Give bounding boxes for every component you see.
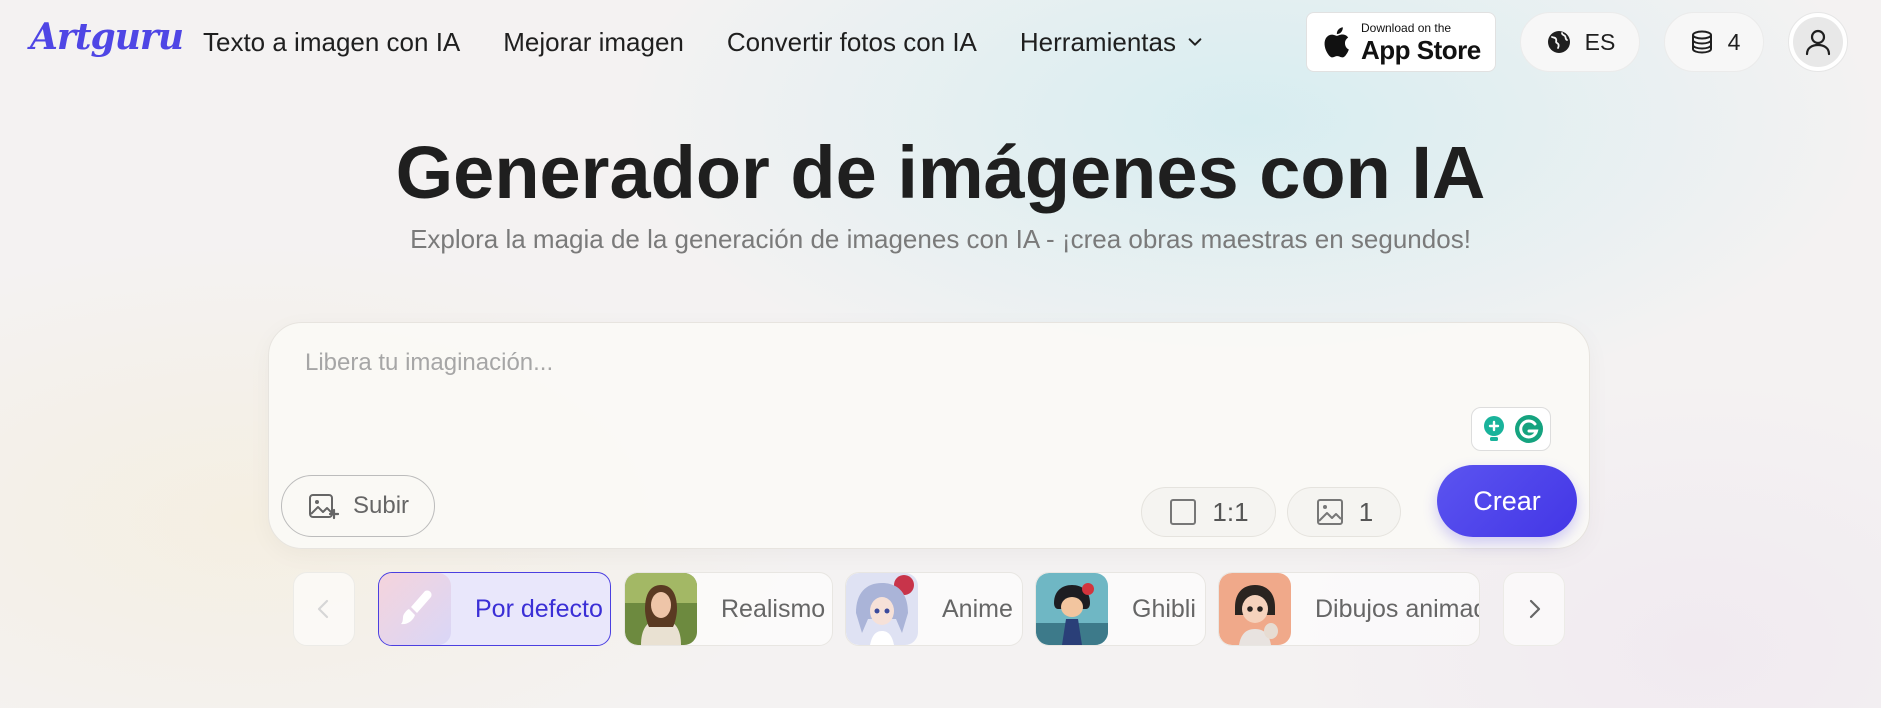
- style-chip-ghibli[interactable]: Ghibli: [1035, 572, 1206, 646]
- prompt-input[interactable]: [305, 349, 1505, 409]
- prompt-box: Subir 1:1 1 Crear: [268, 322, 1590, 549]
- page-title: Generador de imágenes con IA: [395, 131, 1486, 214]
- ghibli-character-thumbnail: [1036, 573, 1108, 645]
- aspect-ratio-selector[interactable]: 1:1: [1141, 487, 1276, 537]
- app-store-small-text: Download on the: [1361, 20, 1452, 35]
- image-count-value: 1: [1358, 496, 1374, 527]
- style-chip-realism[interactable]: Realismo: [624, 572, 833, 646]
- nav-text-to-image-label: Texto a imagen con IA: [203, 27, 461, 57]
- brush-icon: [379, 573, 451, 645]
- nav-text-to-image[interactable]: Texto a imagen con IA: [203, 26, 460, 58]
- cartoon-character-thumbnail: [1219, 573, 1291, 645]
- nav-tools-label: Herramientas: [1019, 27, 1176, 57]
- style-carousel: Por defecto Realismo Anime Ghibli Dibujo…: [0, 572, 1881, 648]
- anime-character-thumbnail: [846, 573, 918, 645]
- main-nav: Texto a imagen con IA Mejorar imagen Con…: [203, 26, 1247, 58]
- user-avatar[interactable]: [1788, 12, 1848, 72]
- style-label-default: Por defecto: [475, 594, 603, 623]
- style-chip-default[interactable]: Por defecto: [378, 572, 611, 646]
- realism-portrait-thumbnail: [625, 573, 697, 645]
- style-thumb-anime: [846, 573, 918, 645]
- style-list: Por defecto Realismo Anime Ghibli Dibujo…: [378, 572, 1480, 648]
- style-thumb-default: [379, 573, 451, 645]
- nav-enhance-image[interactable]: Mejorar imagen: [503, 26, 684, 58]
- artguru-logo[interactable]: Artguru: [30, 16, 184, 58]
- aspect-ratio-value: 1:1: [1212, 496, 1249, 527]
- chevron-right-icon: [1529, 599, 1541, 619]
- chevron-left-icon: [317, 599, 329, 619]
- image-upload-icon: [308, 494, 339, 520]
- upload-button[interactable]: Subir: [281, 475, 435, 537]
- create-button[interactable]: Crear: [1437, 465, 1577, 537]
- style-chip-cartoon[interactable]: Dibujos animados: [1218, 572, 1480, 646]
- nav-enhance-image-label: Mejorar imagen: [503, 27, 684, 57]
- style-thumb-realism: [625, 573, 697, 645]
- coins-stack-icon: [1691, 30, 1712, 54]
- image-icon: [1316, 499, 1343, 525]
- avatar-inner: [1793, 17, 1843, 67]
- style-thumb-ghibli: [1036, 573, 1108, 645]
- language-label: ES: [1584, 28, 1616, 55]
- nav-convert-photos[interactable]: Convertir fotos con IA: [727, 26, 977, 58]
- upload-label: Subir: [352, 492, 410, 519]
- nav-convert-photos-label: Convertir fotos con IA: [726, 27, 977, 57]
- user-icon: [1805, 29, 1831, 56]
- chevron-down-icon: [1188, 38, 1202, 46]
- carousel-next-button[interactable]: [1503, 572, 1565, 646]
- credits-count: 4: [1727, 28, 1741, 55]
- apple-icon: [1324, 27, 1349, 58]
- top-navigation-bar: Artguru Texto a imagen con IA Mejorar im…: [0, 0, 1881, 84]
- style-chip-anime[interactable]: Anime: [845, 572, 1023, 646]
- image-count-selector[interactable]: 1: [1287, 487, 1401, 537]
- grammarly-icon[interactable]: [1513, 413, 1545, 445]
- page-subtitle: Explora la magia de la generación de ima…: [410, 224, 1471, 254]
- carousel-prev-button[interactable]: [293, 572, 355, 646]
- app-store-badge[interactable]: Download on the App Store: [1306, 12, 1496, 72]
- lightbulb-icon[interactable]: [1478, 413, 1510, 445]
- writing-assistants: [1471, 407, 1551, 451]
- square-ratio-icon: [1170, 499, 1197, 525]
- style-label-cartoon: Dibujos animados: [1315, 594, 1479, 623]
- style-label-ghibli: Ghibli: [1132, 594, 1196, 623]
- nav-tools-dropdown[interactable]: Herramientas: [1020, 26, 1204, 58]
- style-thumb-cartoon: [1219, 573, 1291, 645]
- credits-counter[interactable]: 4: [1664, 12, 1764, 72]
- language-selector[interactable]: ES: [1520, 12, 1640, 72]
- style-label-realism: Realismo: [721, 594, 826, 623]
- style-label-anime: Anime: [942, 594, 1013, 623]
- globe-icon: [1547, 31, 1570, 53]
- app-store-big-text: App Store: [1361, 34, 1481, 65]
